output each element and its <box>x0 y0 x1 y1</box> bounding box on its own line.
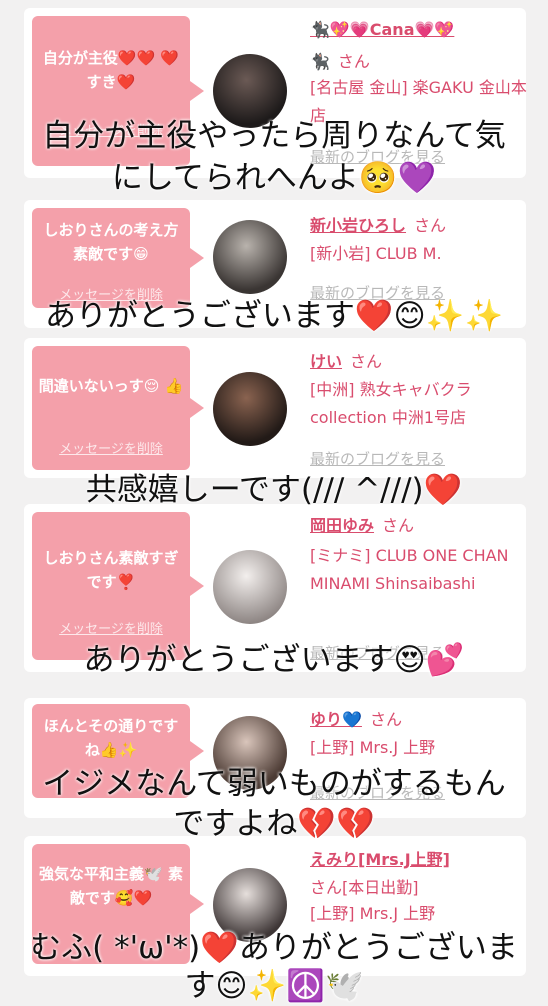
user-name[interactable]: えみり[Mrs.J上野] <box>310 846 450 870</box>
san-text: さん[本日出勤] <box>310 878 419 897</box>
delete-message-link[interactable]: メッセージを削除 <box>32 618 190 642</box>
comment-card: 間違いないっす😌 👍 メッセージを削除 けい さん [中洲] 熟女キャバクラ co… <box>24 338 526 478</box>
shop-name[interactable]: [中洲] 熟女キャバクラ collection 中洲1号店 <box>310 376 530 432</box>
user-name-text[interactable]: ゆり💙 <box>310 710 362 729</box>
message-bubble: しおりさん素敵すぎです❣️ メッセージを削除 <box>32 512 204 660</box>
san-label: 🐈‍⬛ さん <box>310 48 370 72</box>
user-name-text[interactable]: けい <box>310 352 342 371</box>
san-text: さん <box>337 52 370 71</box>
delete-message-link[interactable]: メッセージを削除 <box>32 438 190 462</box>
message-bubble: しおりさんの考え方素敵です😁 メッセージを削除 <box>32 208 204 308</box>
caption-line: す😊✨☮️🕊️ <box>184 968 364 1004</box>
caption-line: ですよね💔💔 <box>173 806 375 842</box>
caption-line: 共感嬉しーです(/// ^///)❤️ <box>85 472 463 508</box>
san-text: さん <box>382 516 415 535</box>
caption-line: ありがとうございます❤️😊✨✨ <box>44 298 504 334</box>
shop-name[interactable]: [新小岩] CLUB M. <box>310 240 530 268</box>
shop-name[interactable]: [ミナミ] CLUB ONE CHAN MINAMI Shinsaibashi <box>310 542 530 598</box>
san-text: さん <box>369 710 402 729</box>
user-name[interactable]: 🐈‍⬛💖💗Cana💗💖 <box>310 20 454 39</box>
message-text: 自分が主役❤️❤️ ❤️すき❤️ <box>42 49 180 91</box>
shop-name[interactable]: [上野] Mrs.J 上野 <box>310 900 530 928</box>
message-text: 間違いないっす😌 👍 <box>38 377 184 395</box>
san-text: さん <box>414 216 447 235</box>
message-text: しおりさんの考え方素敵です😁 <box>43 221 179 263</box>
message-text: しおりさん素敵すぎです❣️ <box>43 549 179 591</box>
user-name-text[interactable]: えみり[Mrs.J上野] <box>310 850 450 869</box>
message-text: 強気な平和主義🕊️ 素敵です🥰❤️ <box>39 865 183 907</box>
user-name[interactable]: 岡田ゆみ さん <box>310 512 414 536</box>
message-bubble: 間違いないっす😌 👍 メッセージを削除 <box>32 346 204 470</box>
user-name[interactable]: けい さん <box>310 348 382 372</box>
message-text: ほんとその通りですね👍✨ <box>43 717 179 759</box>
caption-line: 自分が主役やったら周りなんて気 <box>42 118 506 154</box>
caption-line: にしてられへんよ🥺💜 <box>111 160 437 196</box>
san-text: さん <box>350 352 383 371</box>
avatar[interactable] <box>213 372 287 446</box>
latest-blog-link[interactable]: 最新のブログを見る <box>310 448 445 469</box>
san-label: さん[本日出勤] <box>310 874 419 898</box>
caption-line: イジメなんて弱いものがするもん <box>42 766 506 802</box>
user-name-text[interactable]: 岡田ゆみ <box>310 516 374 535</box>
caption-line: ありがとうございます😍💕 <box>83 642 465 678</box>
user-name[interactable]: 新小岩ひろし さん <box>310 212 446 236</box>
avatar[interactable] <box>213 550 287 624</box>
shop-name[interactable]: [上野] Mrs.J 上野 <box>310 734 530 762</box>
user-name-text[interactable]: 🐈‍⬛💖💗Cana💗💖 <box>310 20 454 39</box>
avatar[interactable] <box>213 220 287 294</box>
caption-line: むふ( *'ω'*)❤️ありがとうございま <box>30 930 518 966</box>
user-name[interactable]: ゆり💙 さん <box>310 706 402 730</box>
cat-icon: 🐈‍⬛ <box>310 52 330 71</box>
user-name-text[interactable]: 新小岩ひろし <box>310 216 406 235</box>
